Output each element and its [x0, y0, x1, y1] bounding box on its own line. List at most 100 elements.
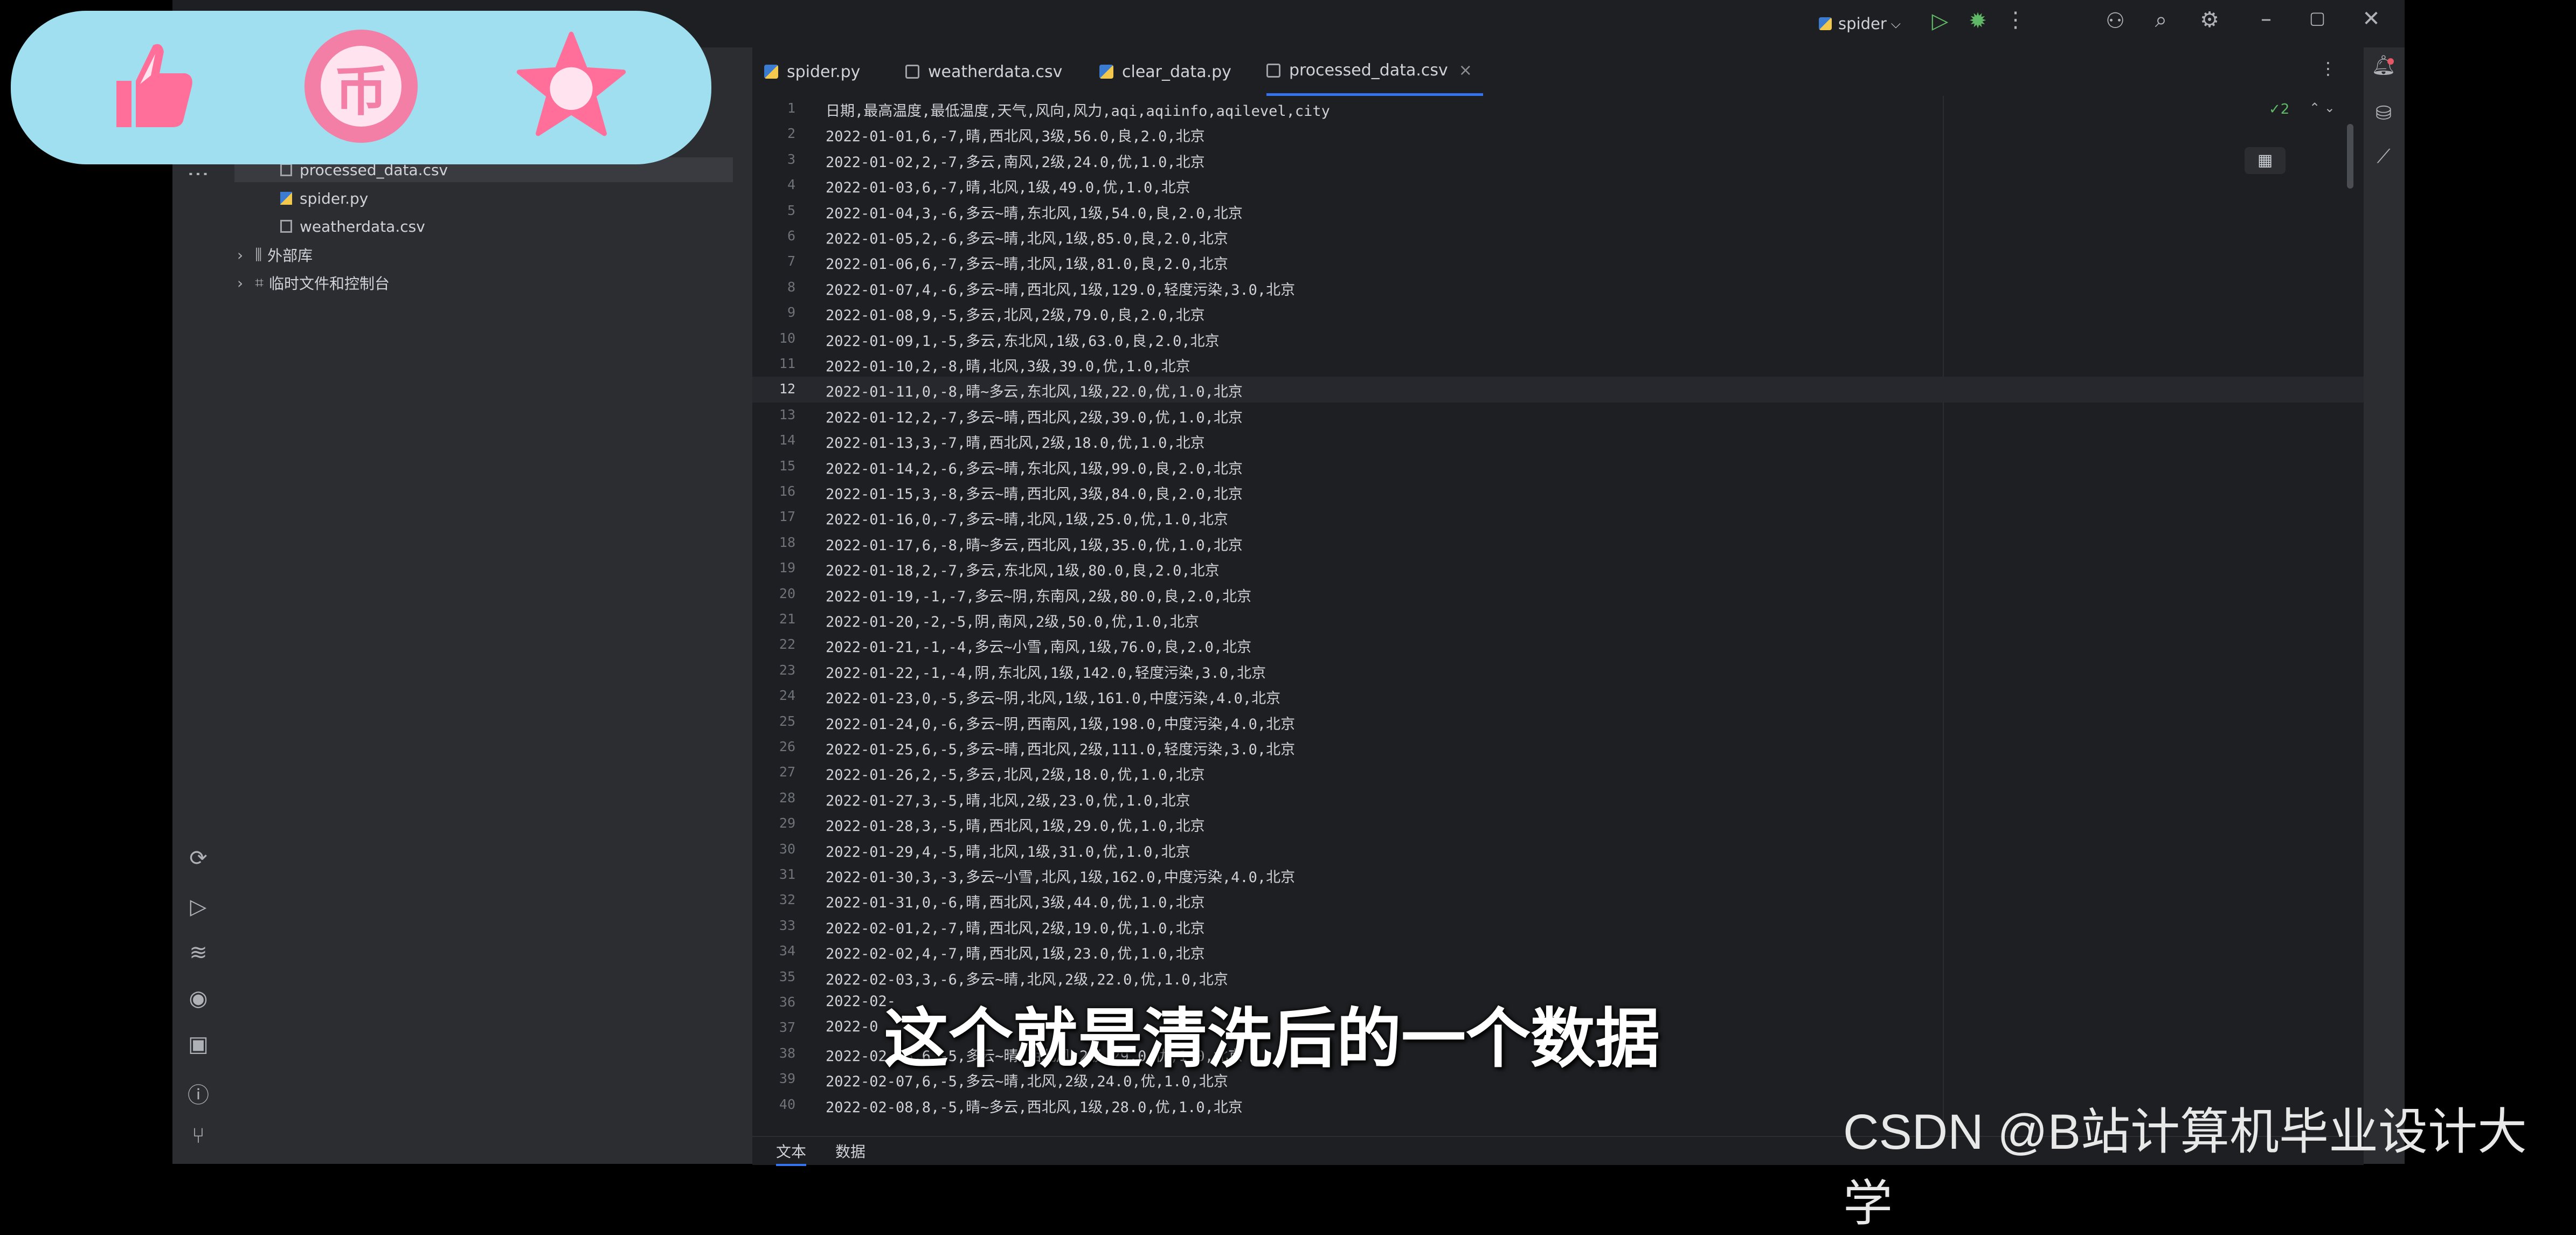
line-text: 2022-01-23,0,-5,多云~阴,北风,1级,161.0,中度污染,4.…: [826, 690, 1281, 707]
minimize-icon[interactable]: –: [2253, 6, 2280, 31]
code-line[interactable]: 32 2022-01-31,0,-6,晴,西北风,3级,44.0,优,1.0,北京: [752, 887, 2364, 913]
tab-text[interactable]: 文本: [776, 1140, 807, 1166]
code-line[interactable]: 18 2022-01-17,6,-8,晴~多云,西北风,1级,35.0,优,1.0…: [752, 530, 2364, 556]
code-line[interactable]: 31 2022-01-30,3,-3,多云~小雪,北风,1级,162.0,中度污染…: [752, 862, 2364, 887]
line-number: 32: [779, 892, 795, 908]
sciview-icon[interactable]: ⟋: [2369, 145, 2399, 168]
python-file-icon: [764, 65, 778, 79]
line-text: 2022-01-04,3,-6,多云~晴,东北风,1级,54.0,良,2.0,北…: [826, 205, 1243, 222]
code-line[interactable]: 23 2022-01-22,-1,-4,阴,东北风,1级,142.0,轻度污染,3…: [752, 658, 2364, 683]
line-number: 33: [779, 917, 795, 933]
line-text: 2022-02-02,4,-7,晴,西北风,1级,23.0,优,1.0,北京: [826, 946, 1205, 963]
code-line[interactable]: 9 2022-01-08,9,-5,多云,北风,2级,79.0,良,2.0,北京: [752, 300, 2364, 325]
code-line[interactable]: 24 2022-01-23,0,-5,多云~阴,北风,1级,161.0,中度污染,…: [752, 683, 2364, 709]
tab-processed-data-csv[interactable]: processed_data.csv ×: [1266, 47, 1483, 96]
line-number: 11: [779, 356, 795, 371]
line-number: 4: [787, 177, 795, 193]
video-subtitle: 这个就是清洗后的一个数据: [884, 1002, 1660, 1077]
line-number: 24: [779, 688, 795, 704]
more-actions-icon[interactable]: ⋮: [2005, 8, 2026, 32]
like-icon[interactable]: [97, 32, 205, 140]
code-line[interactable]: 6 2022-01-05,2,-6,多云~晴,北风,1级,85.0,良,2.0,北…: [752, 224, 2364, 249]
line-number: 22: [779, 636, 795, 653]
code-line[interactable]: 14 2022-01-13,3,-7,晴,西北风,2级,18.0,优,1.0,北京: [752, 428, 2364, 453]
line-number: 13: [779, 406, 795, 422]
csdn-watermark: CSDN @B站计算机毕业设计大学: [1843, 1105, 2527, 1231]
code-line[interactable]: 10 2022-01-09,1,-5,多云,东北风,1级,63.0,良,2.0,北…: [752, 326, 2364, 351]
tree-item-spider[interactable]: spider.py: [280, 186, 368, 211]
code-line[interactable]: 33 2022-02-01,2,-7,晴,西北风,2级,19.0,优,1.0,北京: [752, 913, 2364, 939]
code-line[interactable]: 2 2022-01-01,6,-7,晴,西北风,3级,56.0,良,2.0,北京: [752, 121, 2364, 147]
code-line[interactable]: 20 2022-01-19,-1,-7,多云~阴,东南风,2级,80.0,良,2.…: [752, 581, 2364, 607]
terminal-icon[interactable]: ▣: [183, 1032, 213, 1057]
tree-item-label: 外部库: [267, 247, 313, 265]
line-text: 2022-01-26,2,-5,多云,北风,2级,18.0,优,1.0,北京: [826, 767, 1205, 784]
code-line[interactable]: 22 2022-01-21,-1,-4,多云~小雪,南风,1级,76.0,良,2.…: [752, 632, 2364, 657]
line-number: 23: [779, 662, 795, 678]
gear-icon[interactable]: ⚙: [2196, 8, 2223, 32]
line-text: 2022-01-25,6,-5,多云~晴,西北风,2级,111.0,轻度污染,3…: [826, 741, 1296, 758]
line-number: 38: [779, 1045, 795, 1061]
code-line[interactable]: 16 2022-01-15,3,-8,多云~晴,西北风,3级,84.0,良,2.0…: [752, 479, 2364, 504]
tab-weatherdata-csv[interactable]: weatherdata.csv: [905, 47, 1062, 96]
code-line[interactable]: 13 2022-01-12,2,-7,多云~晴,西北风,2级,39.0,优,1.0…: [752, 403, 2364, 428]
line-text: 2022-01-07,4,-6,多云~晴,西北风,1级,129.0,轻度污染,3…: [826, 281, 1296, 299]
code-line[interactable]: 25 2022-01-24,0,-6,多云~阴,西南风,1级,198.0,中度污染…: [752, 709, 2364, 734]
code-line[interactable]: 3 2022-01-02,2,-7,多云,南风,2级,24.0,优,1.0,北京: [752, 147, 2364, 172]
close-icon[interactable]: ✕: [2358, 6, 2385, 31]
code-line[interactable]: 19 2022-01-18,2,-7,多云,东北风,1级,80.0,良,2.0,北…: [752, 556, 2364, 581]
tree-item-label: weatherdata.csv: [300, 217, 425, 235]
code-line[interactable]: 28 2022-01-27,3,-5,晴,北风,2级,23.0,优,1.0,北京: [752, 786, 2364, 811]
line-number: 36: [779, 994, 795, 1010]
tab-close-icon[interactable]: ×: [1459, 61, 1472, 80]
line-text: 2022-01-15,3,-8,多云~晴,西北风,3级,84.0,良,2.0,北…: [826, 486, 1243, 503]
code-line[interactable]: 30 2022-01-29,4,-5,晴,北风,1级,31.0,优,1.0,北京: [752, 837, 2364, 862]
favorite-star-icon[interactable]: [512, 27, 631, 145]
run-icon[interactable]: ▷: [1927, 9, 1954, 33]
line-number: 17: [779, 509, 795, 525]
line-number: 35: [779, 968, 795, 984]
tab-data[interactable]: 数据: [835, 1140, 865, 1162]
code-line[interactable]: 15 2022-01-14,2,-6,多云~晴,东北风,1级,99.0,良,2.0…: [752, 454, 2364, 479]
tab-spider-py[interactable]: spider.py: [764, 47, 860, 96]
python-file-icon: [280, 192, 292, 205]
tree-item-weatherdata[interactable]: weatherdata.csv: [280, 214, 425, 239]
services-icon[interactable]: ◉: [183, 986, 213, 1011]
code-line[interactable]: 8 2022-01-07,4,-6,多云~晴,西北风,1级,129.0,轻度污染,…: [752, 275, 2364, 300]
code-line[interactable]: 29 2022-01-28,3,-5,晴,西北风,1级,29.0,优,1.0,北京: [752, 811, 2364, 836]
python-packages-icon[interactable]: ⟳: [183, 846, 213, 871]
code-line[interactable]: 1 日期,最高温度,最低温度,天气,风向,风力,aqi,aqiinfo,aqile…: [752, 96, 2364, 121]
tab-options-icon[interactable]: ⋮: [2317, 58, 2339, 79]
line-number: 14: [779, 432, 795, 448]
run-tool-icon[interactable]: ▷: [183, 894, 213, 919]
csv-file-icon: [905, 65, 919, 79]
problems-icon[interactable]: ⓘ: [183, 1078, 213, 1109]
code-line[interactable]: 34 2022-02-02,4,-7,晴,西北风,1级,23.0,优,1.0,北京: [752, 939, 2364, 964]
layers-icon[interactable]: ≋: [183, 940, 213, 965]
tree-item-scratches[interactable]: › ⌗ 临时文件和控制台: [237, 270, 390, 295]
code-line[interactable]: 11 2022-01-10,2,-8,晴,北风,3级,39.0,优,1.0,北京: [752, 351, 2364, 377]
coin-icon[interactable]: 币: [304, 30, 418, 143]
database-icon[interactable]: ⛁: [2369, 102, 2399, 124]
tab-clear-data-py[interactable]: clear_data.py: [1099, 47, 1231, 96]
run-config-selector[interactable]: spider ⌵: [1819, 12, 1901, 36]
code-line[interactable]: 4 2022-01-03,6,-7,晴,北风,1级,49.0,优,1.0,北京: [752, 172, 2364, 198]
maximize-icon[interactable]: ▢: [2304, 8, 2331, 28]
add-user-icon[interactable]: ⚇: [2102, 9, 2129, 33]
python-file-icon: [1099, 65, 1113, 79]
code-line[interactable]: 17 2022-01-16,0,-7,多云~晴,北风,1级,25.0,优,1.0,…: [752, 504, 2364, 530]
notifications-icon[interactable]: 🔔︎: [2369, 54, 2399, 77]
code-line[interactable]: 27 2022-01-26,2,-5,多云,北风,2级,18.0,优,1.0,北京: [752, 760, 2364, 785]
code-line[interactable]: 21 2022-01-20,-2,-5,阴,南风,2级,50.0,优,1.0,北京: [752, 607, 2364, 632]
code-line[interactable]: 26 2022-01-25,6,-5,多云~晴,西北风,2级,111.0,轻度污染…: [752, 734, 2364, 760]
git-icon[interactable]: ⑂: [183, 1123, 213, 1148]
tree-item-external-libs[interactable]: › ⫼ 外部库: [237, 242, 313, 267]
line-number: 27: [779, 764, 795, 780]
line-text: 2022-01-13,3,-7,晴,西北风,2级,18.0,优,1.0,北京: [826, 435, 1205, 452]
code-line[interactable]: 12 2022-01-11,0,-8,晴~多云,东北风,1级,22.0,优,1.0…: [752, 377, 2364, 403]
search-icon[interactable]: ⌕: [2148, 8, 2175, 32]
code-line[interactable]: 5 2022-01-04,3,-6,多云~晴,东北风,1级,54.0,良,2.0,…: [752, 198, 2364, 224]
debug-icon[interactable]: ✹: [1964, 9, 1991, 33]
code-line[interactable]: 7 2022-01-06,6,-7,多云~晴,北风,1级,81.0,良,2.0,北…: [752, 249, 2364, 274]
line-number: 15: [779, 457, 795, 474]
